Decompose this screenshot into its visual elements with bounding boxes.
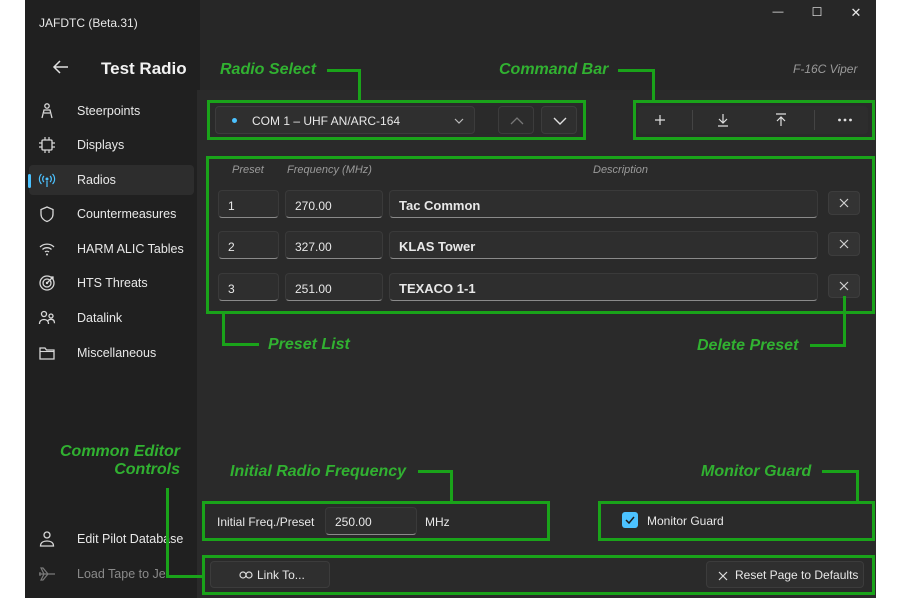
- target-icon: [38, 274, 56, 292]
- selection-indicator: [28, 174, 31, 188]
- shield-icon: [38, 205, 56, 223]
- callout-line: [843, 296, 846, 347]
- sidebar-item-steerpoints[interactable]: Steerpoints: [29, 96, 194, 126]
- command-bar-annotation: Command Bar: [499, 61, 609, 78]
- window-title: JAFDTC (Beta.31): [39, 16, 138, 30]
- callout-line: [222, 312, 225, 346]
- callout-line: [856, 470, 859, 503]
- radio-waves-icon: [38, 171, 56, 189]
- person-icon: [38, 530, 56, 548]
- back-button[interactable]: [51, 57, 71, 77]
- initial-frequency-callout-box: [202, 501, 550, 541]
- callout-line: [618, 69, 654, 72]
- sidebar-item-label: Datalink: [77, 311, 123, 325]
- common-editor-annotation-line: Controls: [114, 461, 180, 478]
- common-editor-callout-box: [202, 555, 875, 595]
- steerpoint-person-icon: [38, 102, 56, 120]
- sidebar-item-label: Countermeasures: [77, 207, 177, 221]
- sidebar-item-displays[interactable]: Displays: [29, 130, 194, 160]
- command-bar-callout-box: [633, 100, 875, 140]
- sidebar-item-radios[interactable]: Radios: [28, 165, 194, 195]
- monitor-guard-annotation: Monitor Guard: [701, 463, 812, 480]
- page-title: Test Radio: [101, 59, 187, 78]
- callout-line: [166, 575, 204, 578]
- callout-line: [222, 343, 259, 346]
- sidebar-item-label: Load Tape to Jet: [77, 567, 170, 581]
- sidebar-item-harm-alic-tables[interactable]: HARM ALIC Tables: [29, 234, 194, 264]
- sidebar-item-label: Steerpoints: [77, 104, 141, 118]
- callout-line: [450, 470, 453, 503]
- wifi-icon: [38, 240, 56, 258]
- sidebar-item-label: Radios: [77, 173, 116, 187]
- preset-list-callout-box: [206, 156, 875, 314]
- sidebar-item-label: HTS Threats: [77, 276, 148, 290]
- sidebar-item-edit-pilot-database[interactable]: Edit Pilot Database: [29, 524, 194, 554]
- radio-select-callout-box: [207, 100, 586, 140]
- airframe-label: F-16C Viper: [793, 62, 858, 76]
- sidebar-item-label: Miscellaneous: [77, 346, 157, 360]
- common-editor-annotation: Common Editor Controls: [60, 443, 180, 479]
- callout-line: [418, 470, 452, 473]
- callout-line: [327, 69, 360, 72]
- radio-select-annotation: Radio Select: [220, 61, 317, 78]
- sidebar-item-datalink[interactable]: Datalink: [29, 303, 194, 333]
- sidebar-item-label: HARM ALIC Tables: [77, 242, 184, 256]
- callout-line: [358, 69, 361, 102]
- common-editor-annotation-line: Common Editor: [60, 443, 180, 460]
- callout-line: [810, 344, 846, 347]
- arrow-left-icon: [52, 60, 68, 74]
- initial-radio-frequency-annotation: Initial Radio Frequency: [230, 463, 407, 480]
- sidebar-item-miscellaneous[interactable]: Miscellaneous: [29, 338, 194, 368]
- callout-line: [652, 69, 655, 102]
- folder-icon: [38, 344, 56, 362]
- sidebar-item-hts-threats[interactable]: HTS Threats: [29, 268, 194, 298]
- sidebar-item-load-tape-to-jet[interactable]: Load Tape to Jet: [29, 559, 194, 589]
- jet-icon: [38, 565, 56, 583]
- monitor-guard-callout-box: [598, 501, 875, 541]
- callout-line: [822, 470, 858, 473]
- callout-line: [166, 488, 169, 578]
- delete-preset-annotation: Delete Preset: [697, 337, 799, 354]
- sidebar-item-countermeasures[interactable]: Countermeasures: [29, 199, 194, 229]
- sidebar-item-label: Displays: [77, 138, 125, 152]
- people-icon: [38, 309, 56, 327]
- chip-icon: [38, 136, 56, 154]
- sidebar: JAFDTC (Beta.31) Steerpoints Displays Ra…: [25, 0, 200, 598]
- preset-list-annotation: Preset List: [268, 336, 350, 353]
